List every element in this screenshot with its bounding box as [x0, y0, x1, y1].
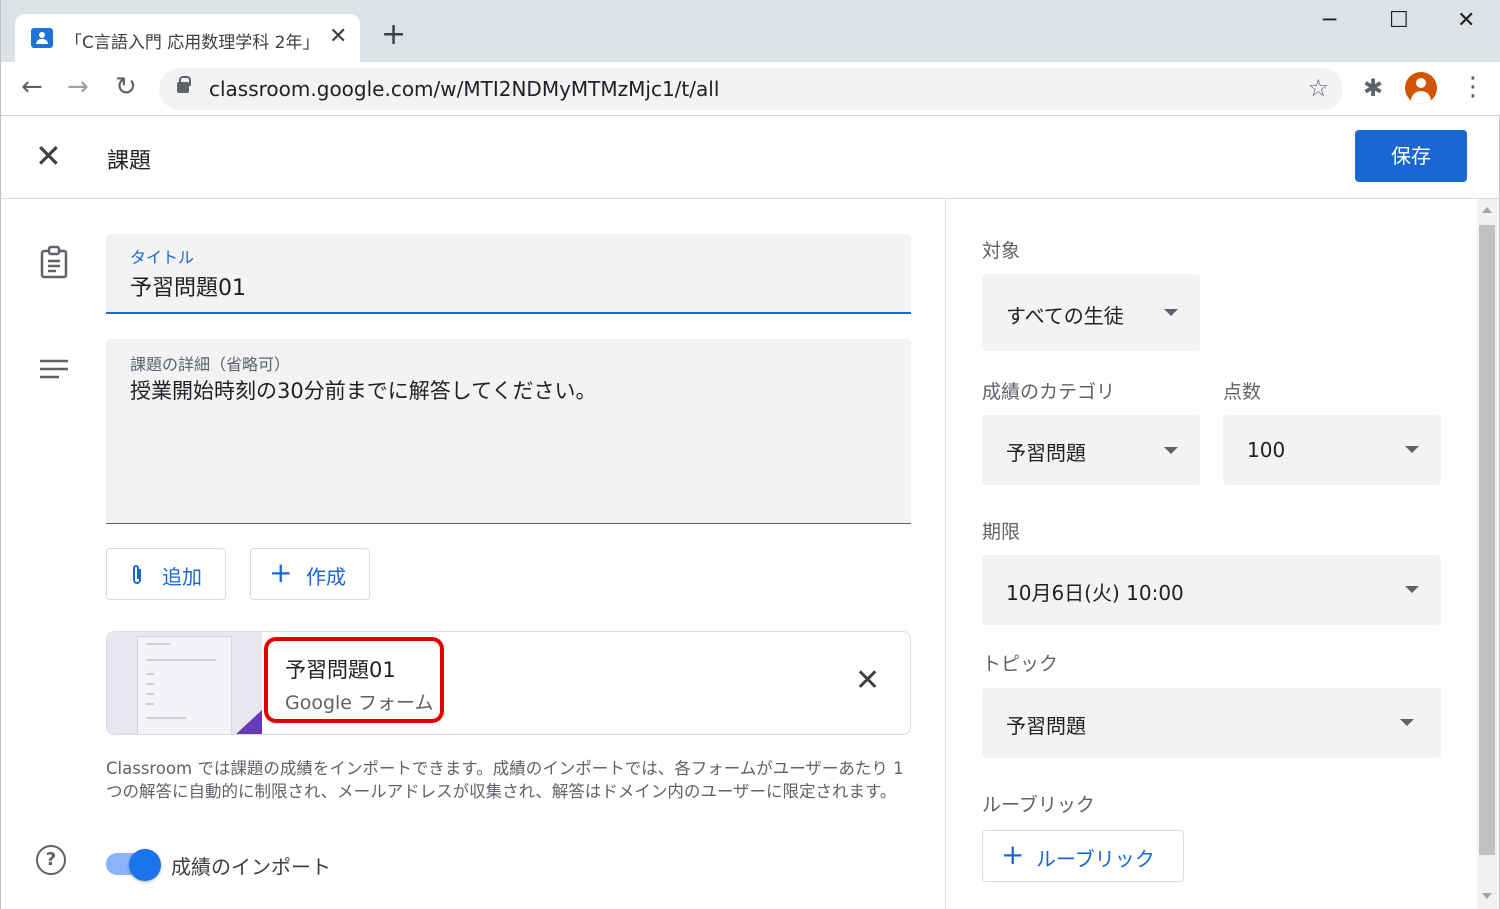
- details-label: 課題の詳細（省略可）: [130, 355, 291, 374]
- topic-value: 予習問題: [1006, 714, 1086, 738]
- thumbnail-page: [137, 636, 232, 734]
- scroll-down-icon[interactable]: [1482, 893, 1492, 899]
- window-close-button[interactable]: ✕: [1457, 8, 1475, 33]
- address-bar[interactable]: classroom.google.com/w/MTI2NDMyMTMzMjc1/…: [159, 68, 1343, 110]
- maximize-button[interactable]: ☐: [1389, 8, 1409, 33]
- thumbnail-line: [146, 673, 154, 675]
- save-button[interactable]: 保存: [1355, 130, 1467, 182]
- title-label: タイトル: [130, 248, 195, 267]
- extensions-icon[interactable]: ✱: [1363, 74, 1383, 102]
- dropdown-caret-icon: [1164, 447, 1178, 454]
- assignment-form: タイトル 予習問題01 課題の詳細（省略可） 授業開始時刻の30分前までに解答し…: [0, 199, 945, 909]
- thumbnail-line: [146, 683, 154, 685]
- grade-category-value: 予習問題: [1006, 441, 1086, 465]
- description-icon: [40, 359, 68, 379]
- plus-icon: +: [1001, 838, 1025, 871]
- dropdown-caret-icon: [1405, 586, 1419, 593]
- thumbnail-line: [146, 717, 186, 719]
- scroll-thumb[interactable]: [1479, 225, 1495, 855]
- form-thumbnail[interactable]: [107, 632, 262, 734]
- lock-icon[interactable]: [177, 76, 191, 93]
- tab-title: 「C言語入門 応用数理学科 2年」の: [65, 33, 315, 53]
- thumbnail-line: [146, 643, 170, 645]
- grade-category-label: 成績のカテゴリ: [982, 381, 1116, 403]
- forms-corner-icon: [234, 710, 262, 734]
- rubric-label: ルーブリック: [982, 794, 1095, 816]
- star-icon[interactable]: ☆: [1307, 74, 1329, 102]
- target-label: 対象: [982, 240, 1021, 262]
- highlight-box: [264, 637, 444, 723]
- grade-category-select[interactable]: 予習問題: [982, 415, 1200, 485]
- target-select[interactable]: すべての生徒: [982, 274, 1200, 351]
- points-select[interactable]: 100: [1223, 415, 1441, 485]
- due-value: 10月6日(火) 10:00: [1006, 581, 1184, 605]
- thumbnail-line: [146, 659, 216, 661]
- new-tab-button[interactable]: +: [381, 20, 406, 50]
- classroom-favicon-icon: [31, 28, 53, 48]
- page-title: 課題: [107, 149, 152, 174]
- attachment-card[interactable]: 予習問題01 Google フォーム ✕: [106, 631, 911, 735]
- rubric-button-label: ルーブリック: [1036, 847, 1155, 871]
- add-rubric-button[interactable]: + ルーブリック: [982, 830, 1184, 882]
- create-button[interactable]: + 作成: [250, 548, 370, 600]
- paperclip-icon: [133, 565, 141, 584]
- toggle-knob[interactable]: [129, 849, 161, 881]
- due-label: 期限: [982, 521, 1021, 543]
- avatar[interactable]: [1405, 72, 1437, 104]
- scrollbar[interactable]: [1477, 199, 1497, 909]
- browser-toolbar: ← → ↻ classroom.google.com/w/MTI2NDMyMTM…: [1, 62, 1500, 116]
- import-grades-label: 成績のインポート: [171, 855, 331, 879]
- remove-attachment-icon[interactable]: ✕: [855, 666, 880, 696]
- close-icon[interactable]: ✕: [35, 140, 62, 172]
- reload-icon[interactable]: ↻: [115, 72, 137, 102]
- menu-icon[interactable]: ⋮: [1460, 72, 1486, 102]
- back-arrow-icon[interactable]: ←: [21, 72, 43, 102]
- assignment-header: ✕ 課題 保存: [0, 116, 1500, 199]
- scroll-up-icon[interactable]: [1482, 207, 1492, 213]
- minimize-button[interactable]: ─: [1323, 8, 1336, 33]
- due-select[interactable]: 10月6日(火) 10:00: [982, 555, 1441, 625]
- plus-icon: +: [269, 556, 293, 589]
- points-value: 100: [1247, 438, 1286, 462]
- tab-close-icon[interactable]: ✕: [329, 24, 347, 49]
- dropdown-caret-icon: [1405, 446, 1419, 453]
- create-button-label: 作成: [306, 565, 346, 589]
- add-button-label: 追加: [162, 565, 202, 589]
- thumbnail-line: [146, 703, 154, 705]
- browser-frame: 「C言語入門 応用数理学科 2年」の ✕ + ─ ☐ ✕ ← → ↻ class…: [0, 0, 1500, 116]
- title-input[interactable]: タイトル 予習問題01: [106, 234, 911, 314]
- import-note: Classroom では課題の成績をインポートできます。成績のインポートでは、各…: [106, 759, 904, 801]
- dropdown-caret-icon: [1164, 309, 1178, 316]
- forward-arrow-icon[interactable]: →: [67, 72, 89, 102]
- topic-select[interactable]: 予習問題: [982, 688, 1441, 758]
- topic-label: トピック: [982, 653, 1059, 675]
- assignment-icon: [40, 245, 68, 279]
- tab-strip: 「C言語入門 応用数理学科 2年」の ✕ + ─ ☐ ✕: [1, 0, 1500, 62]
- thumbnail-line: [146, 693, 154, 695]
- add-button[interactable]: 追加: [106, 548, 226, 600]
- settings-panel: 対象 すべての生徒 成績のカテゴリ 点数 予習問題 100 期限 10月6日(火…: [945, 199, 1500, 909]
- url-text[interactable]: classroom.google.com/w/MTI2NDMyMTMzMjc1/…: [209, 77, 719, 101]
- target-value: すべての生徒: [1006, 304, 1124, 328]
- title-value[interactable]: 予習問題01: [130, 270, 246, 302]
- details-textarea[interactable]: 課題の詳細（省略可） 授業開始時刻の30分前までに解答してください。: [106, 339, 911, 524]
- points-label: 点数: [1223, 381, 1262, 403]
- browser-tab[interactable]: 「C言語入門 応用数理学科 2年」の ✕: [15, 14, 360, 62]
- details-value[interactable]: 授業開始時刻の30分前までに解答してください。: [130, 375, 596, 405]
- help-icon[interactable]: ?: [36, 845, 66, 875]
- dropdown-caret-icon: [1400, 719, 1414, 726]
